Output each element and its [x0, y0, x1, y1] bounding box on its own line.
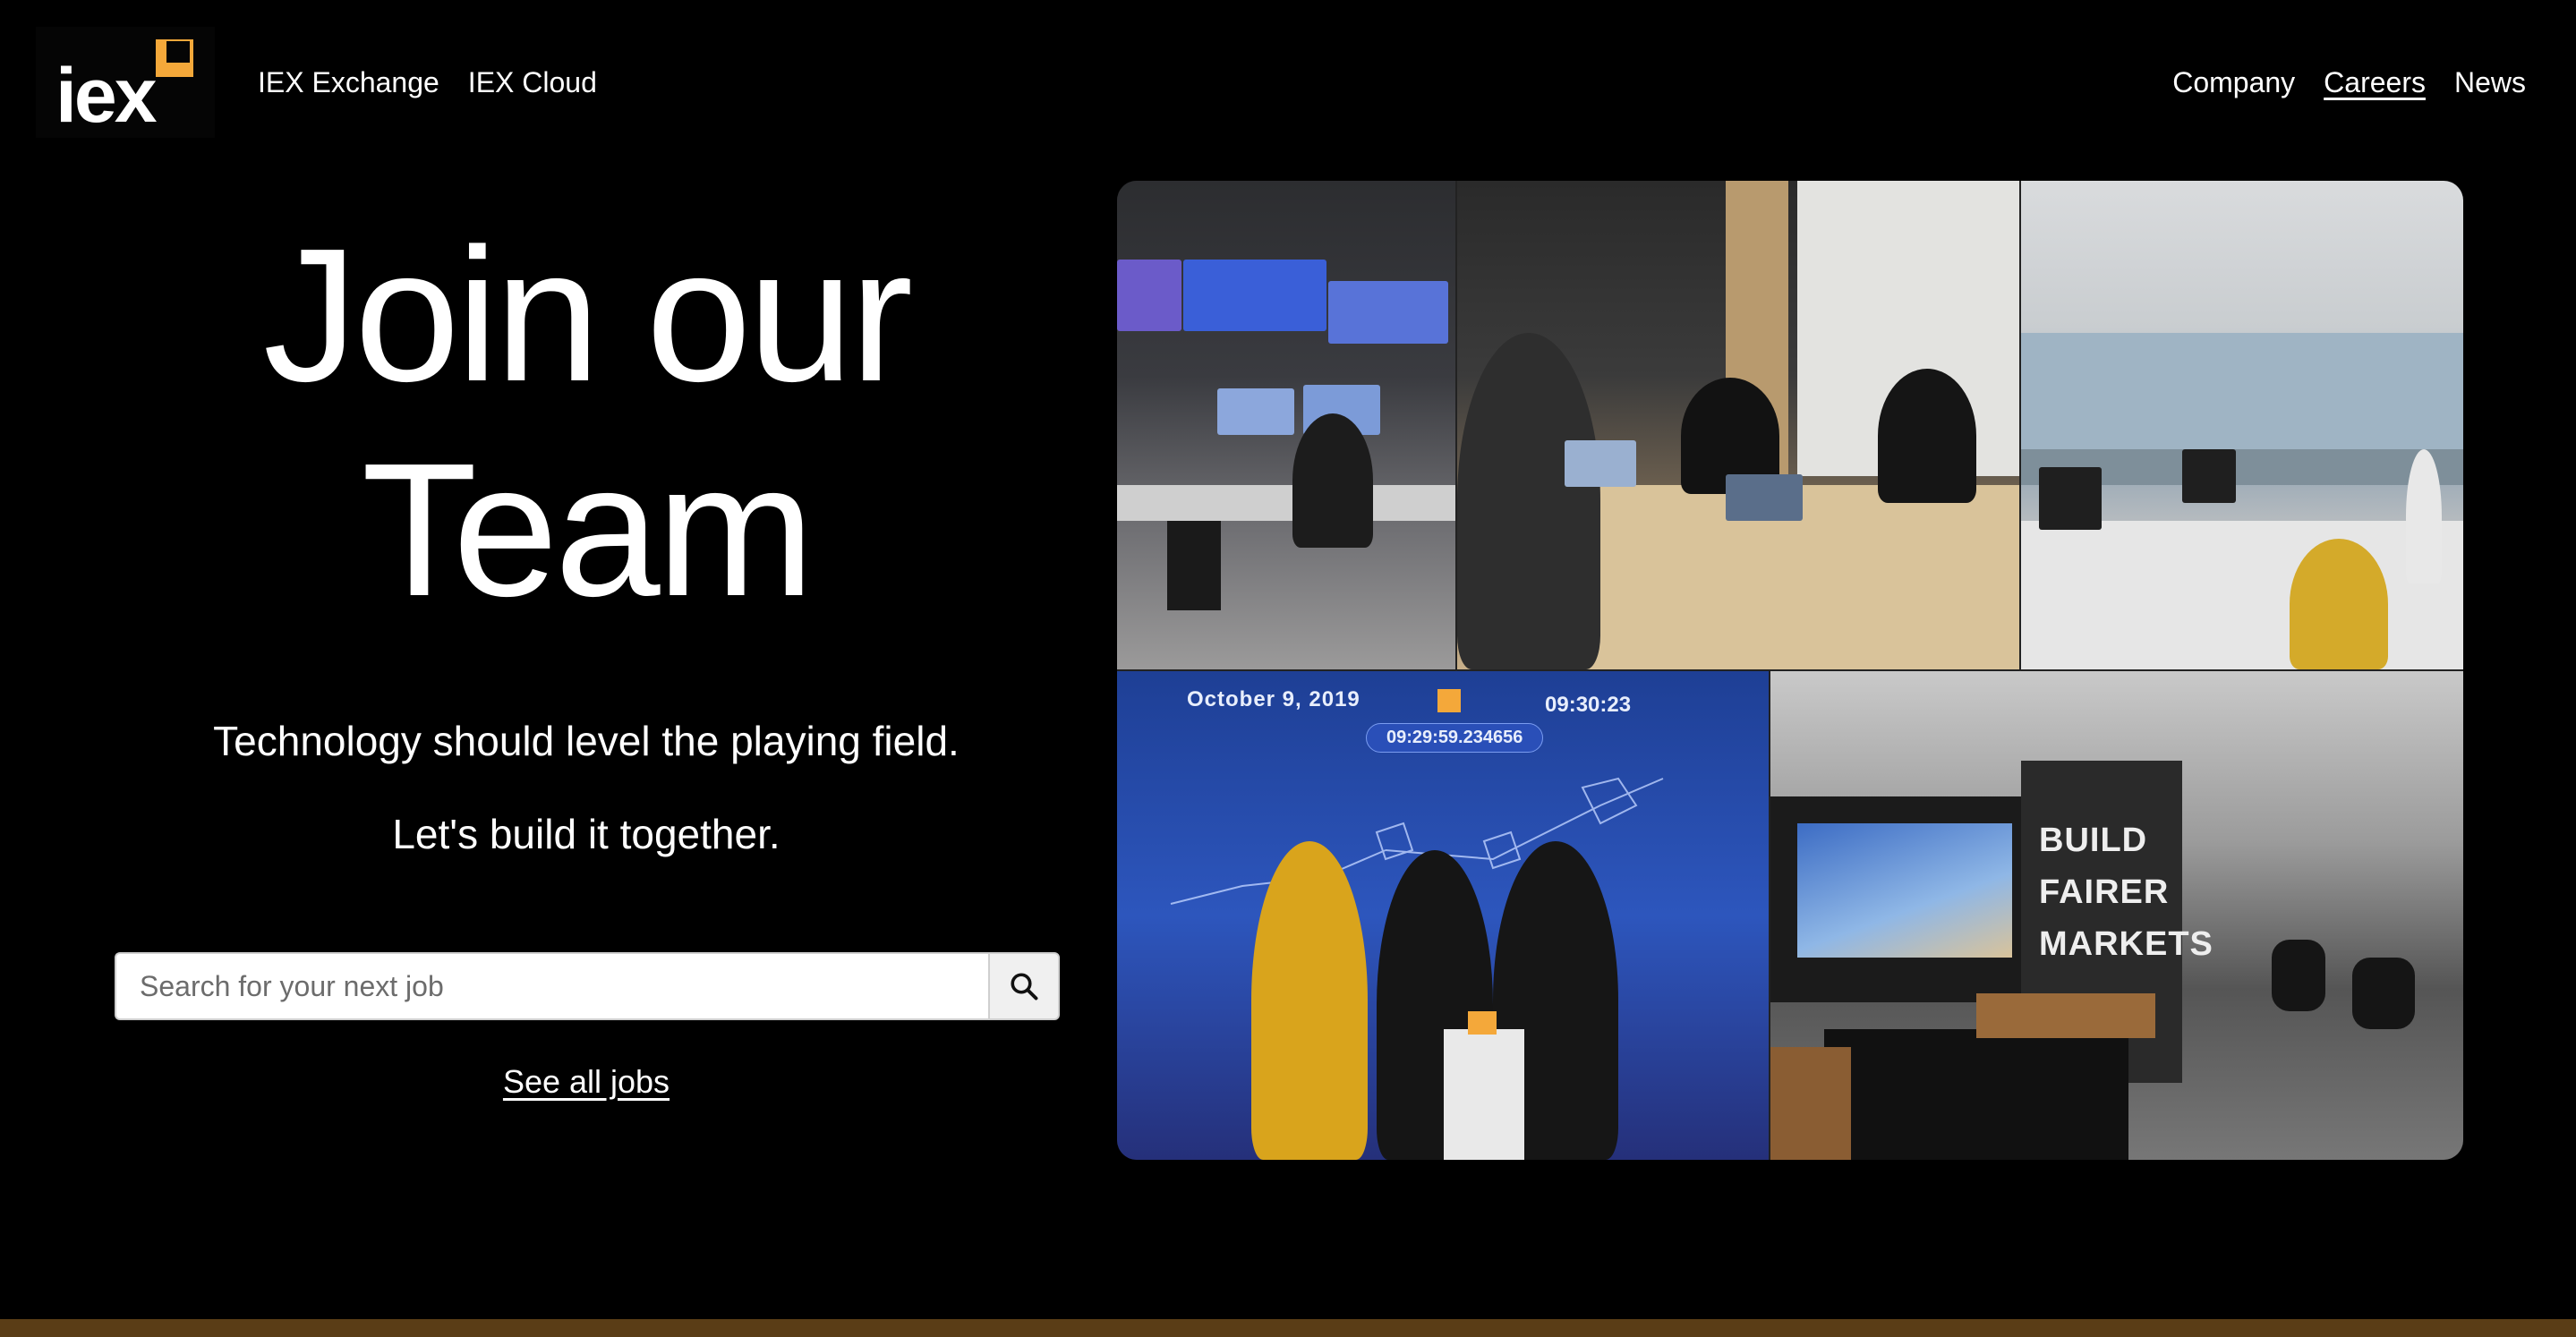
hero-tagline: Technology should level the playing fiel…: [213, 718, 960, 764]
page: iex IEX Exchange IEX Cloud Company Caree…: [0, 0, 2576, 1337]
see-all-jobs-link[interactable]: See all jobs: [503, 1063, 670, 1100]
photo-office-lounge: BUILD FAIRER MARKETS: [1770, 671, 2463, 1160]
logo-text: iex: [55, 53, 158, 139]
primary-nav: IEX Exchange IEX Cloud: [258, 64, 597, 100]
photo-operations-desk: [1117, 181, 1455, 669]
search-button[interactable]: [988, 952, 1060, 1020]
nav-iex-exchange[interactable]: IEX Exchange: [258, 64, 439, 100]
lounge-wall-text: BUILD FAIRER MARKETS: [2039, 822, 2213, 963]
hero-title-line1: Join our: [262, 209, 913, 421]
job-search-input[interactable]: [115, 952, 988, 1020]
search-icon: [1011, 973, 1038, 1001]
secondary-nav: Company Careers News: [2172, 64, 2526, 100]
see-all-jobs: See all jobs: [116, 1063, 1056, 1101]
iex-logo[interactable]: iex: [36, 27, 215, 138]
nav-iex-cloud[interactable]: IEX Cloud: [468, 64, 597, 100]
photo-office-view: [2021, 181, 2463, 669]
photo-team-meeting: [1457, 181, 2019, 669]
nav-careers[interactable]: Careers: [2324, 64, 2426, 100]
photo-anniversary-stage: October 9, 2019 09:29:59.234656 09:30:23: [1117, 671, 1769, 1160]
hero-title: Join our Team: [116, 208, 1056, 637]
hero-title-line2: Team: [361, 423, 815, 635]
team-photo-collage: October 9, 2019 09:29:59.234656 09:30:23: [1117, 181, 2463, 1160]
nav-company[interactable]: Company: [2172, 64, 2295, 100]
hero-tagline-2: Let's build it together.: [392, 811, 780, 857]
job-search: [115, 952, 1060, 1020]
nav-news[interactable]: News: [2454, 64, 2526, 100]
